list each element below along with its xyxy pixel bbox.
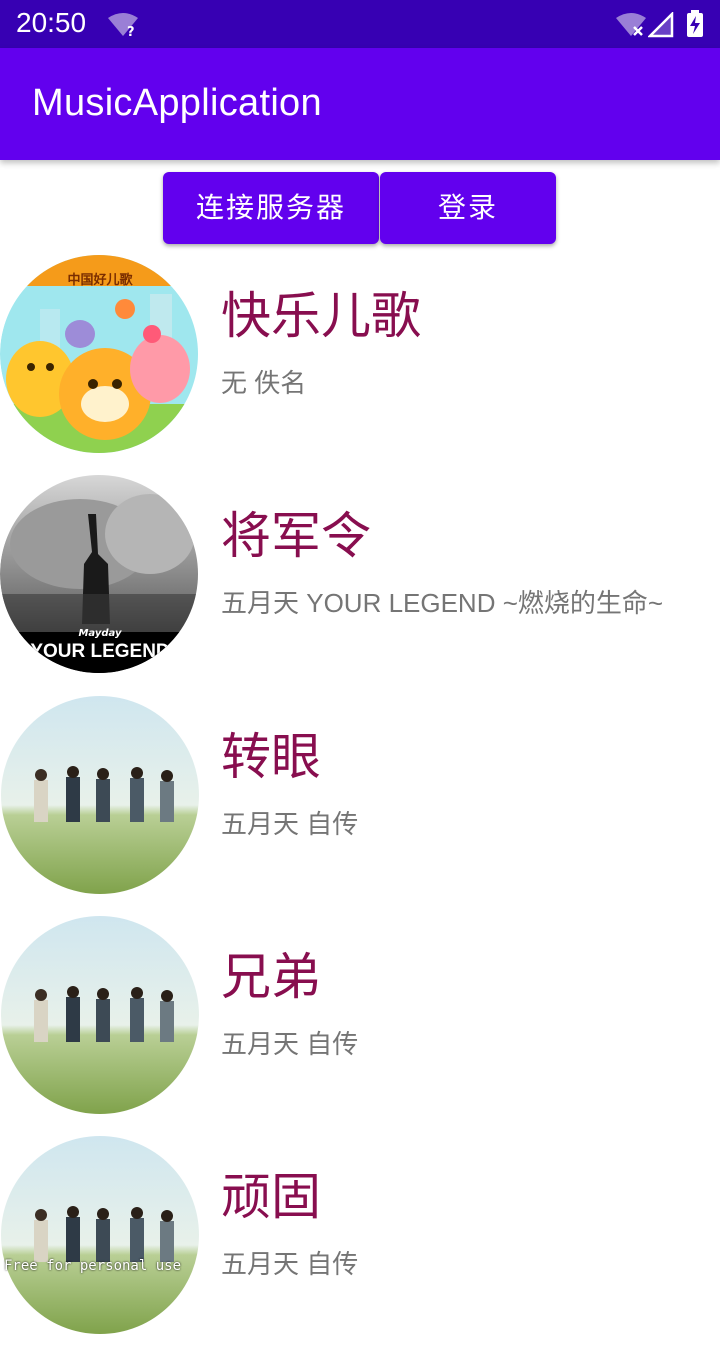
- login-button[interactable]: 登录: [380, 172, 556, 244]
- song-list-item[interactable]: 兄弟 五月天 自传: [0, 915, 720, 1135]
- song-title: 顽固: [221, 1168, 321, 1226]
- song-title: 兄弟: [221, 948, 321, 1006]
- song-list-item[interactable]: Mayday YOUR LEGEND 将军令 五月天 YOUR LEGEND ~…: [0, 474, 720, 694]
- song-artist: 无 佚名: [221, 368, 307, 398]
- album-cover-image: [1, 696, 199, 894]
- song-list-item[interactable]: 顽固 五月天 自传: [0, 1135, 720, 1355]
- connect-server-button[interactable]: 连接服务器: [163, 172, 379, 244]
- app-bar: MusicApplication: [0, 48, 720, 160]
- cell-signal-icon: [648, 12, 674, 38]
- song-title: 将军令: [221, 507, 371, 565]
- status-bar: 20:50 ?: [0, 0, 720, 48]
- album-cover-image: 中国好儿歌: [0, 255, 198, 453]
- wifi-off-icon: [616, 13, 646, 36]
- app-title: MusicApplication: [32, 82, 322, 124]
- album-cover-image: [1, 1136, 199, 1334]
- song-artist: 五月天 自传: [221, 809, 359, 839]
- battery-charging-icon: [687, 10, 703, 37]
- song-title: 快乐儿歌: [221, 287, 421, 345]
- song-title: 转眼: [221, 728, 321, 786]
- song-artist: 五月天 自传: [221, 1249, 359, 1279]
- song-artist: 五月天 自传: [221, 1029, 359, 1059]
- album-cover-image: [1, 916, 199, 1114]
- wifi-unknown-icon: ?: [108, 13, 138, 38]
- watermark-text: Free for personal use: [4, 1258, 182, 1274]
- cover-text: YOUR LEGEND: [30, 641, 169, 662]
- cover-brand: Mayday: [78, 628, 122, 639]
- cover-text: 中国好儿歌: [67, 272, 133, 288]
- song-artist: 五月天 YOUR LEGEND ~燃烧的生命~: [221, 588, 664, 618]
- album-cover-image: Mayday YOUR LEGEND: [0, 475, 198, 673]
- song-list-item[interactable]: 转眼 五月天 自传: [0, 695, 720, 915]
- wifi-unknown-mark: ?: [127, 25, 135, 38]
- status-time: 20:50: [16, 7, 87, 38]
- song-list-item[interactable]: 中国好儿歌 快乐儿歌 无 佚名: [0, 254, 720, 474]
